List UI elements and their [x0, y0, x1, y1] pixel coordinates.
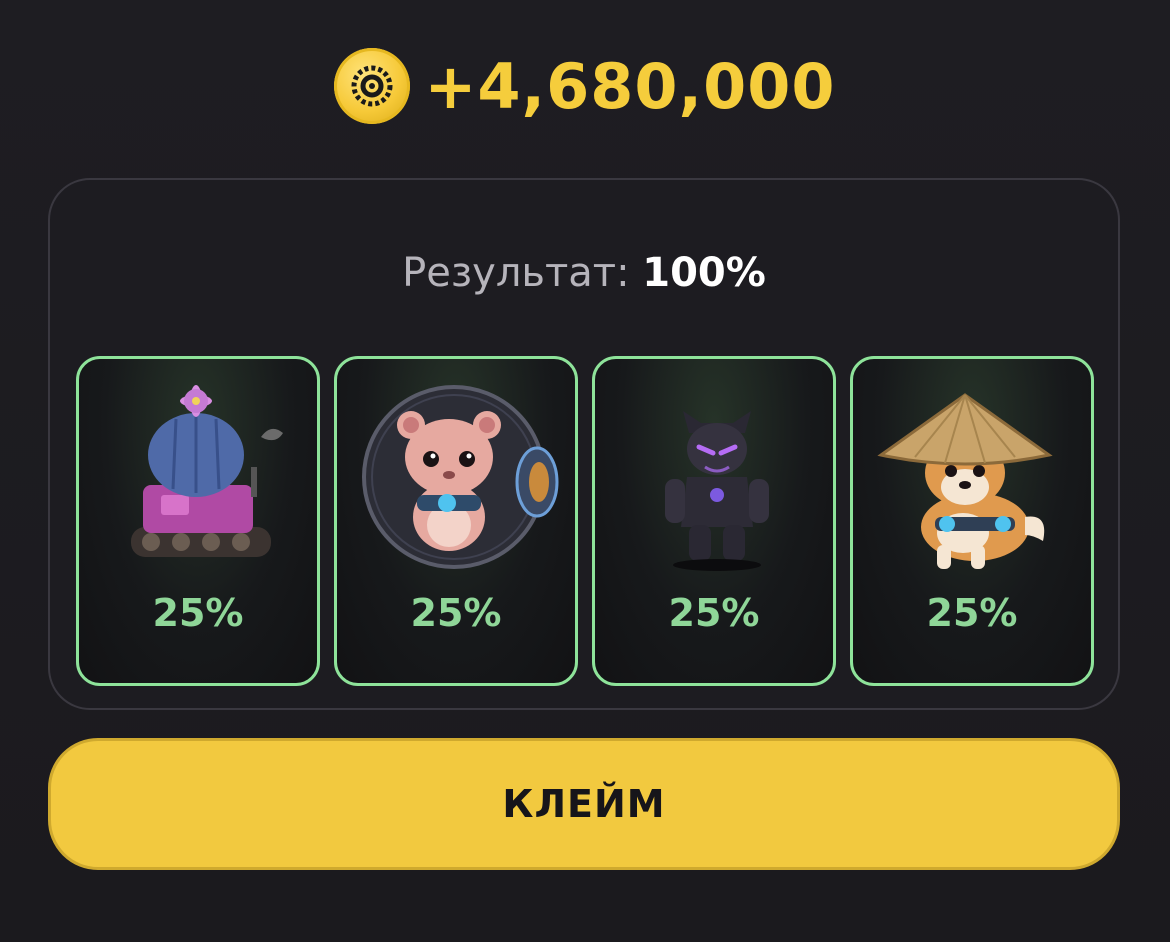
result-label: Результат:	[402, 250, 630, 296]
panther-robot-icon	[665, 411, 769, 571]
result-line: Результат: 100%	[50, 250, 1118, 296]
card-percent: 25%	[926, 591, 1018, 635]
card-panther-robot: 25%	[592, 356, 836, 686]
card-list: 25% 25% 25% 25%	[76, 356, 1094, 686]
shiba-hat-icon	[877, 393, 1053, 569]
screen: +4,680,000 Результат: 100% 25% 25% 25% 2…	[0, 0, 1170, 942]
coin-icon	[334, 48, 411, 124]
card-hamster-ball: 25%	[334, 356, 578, 686]
card-cactus-tank: 25%	[76, 356, 320, 686]
result-panel: Результат: 100% 25% 25% 25% 25%	[48, 178, 1120, 710]
card-percent: 25%	[152, 591, 244, 635]
claim-button[interactable]: КЛЕЙМ	[48, 738, 1120, 870]
result-value: 100%	[642, 250, 766, 296]
hamster-ball-icon	[362, 385, 559, 569]
reward-amount: +4,680,000	[424, 49, 836, 123]
cactus-tank-icon	[131, 385, 283, 557]
card-shiba-hat: 25%	[850, 356, 1094, 686]
card-percent: 25%	[410, 591, 502, 635]
reward-header: +4,680,000	[0, 46, 1170, 126]
card-percent: 25%	[668, 591, 760, 635]
